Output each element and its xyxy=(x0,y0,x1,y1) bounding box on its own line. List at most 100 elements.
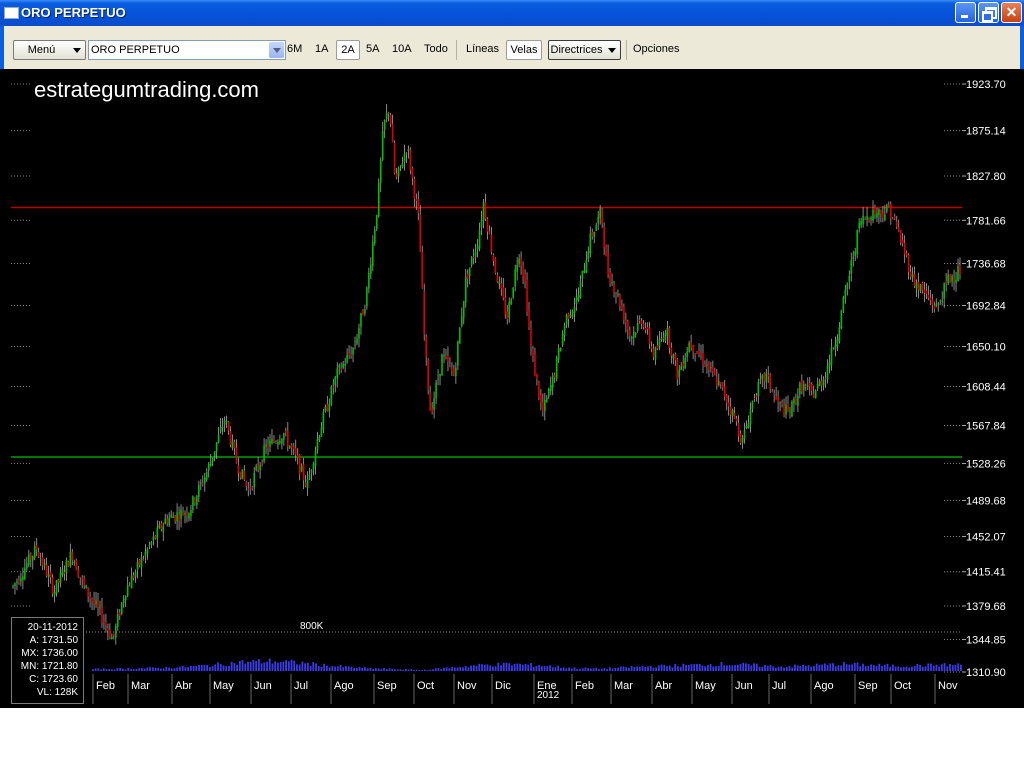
candle-body xyxy=(919,284,922,291)
volume-bar xyxy=(399,669,402,671)
candle-body xyxy=(29,553,32,560)
volume-bar xyxy=(396,669,399,671)
candle-body xyxy=(828,362,831,367)
candle-body xyxy=(686,351,688,358)
volume-bar xyxy=(187,667,190,671)
volume-bar xyxy=(932,665,935,671)
volume-bar xyxy=(189,665,192,671)
candle-body xyxy=(31,556,34,561)
volume-bar xyxy=(249,661,252,671)
volume-bar xyxy=(377,668,380,671)
volume-bar xyxy=(641,666,644,671)
volume-bar xyxy=(685,665,687,671)
candle-body xyxy=(338,365,341,368)
candle-body xyxy=(793,398,795,404)
volume-bar xyxy=(271,663,274,671)
candle-body xyxy=(399,165,402,167)
volume-bar xyxy=(247,661,249,671)
volume-bar xyxy=(655,667,658,671)
candle-body xyxy=(28,554,30,566)
volume-bar xyxy=(162,668,165,671)
volume-bar xyxy=(459,667,462,671)
volume-bar xyxy=(560,668,562,671)
candle-body xyxy=(182,512,184,515)
candle-body xyxy=(662,337,665,339)
volume-bar xyxy=(840,665,843,671)
candle-body xyxy=(516,264,518,272)
volume-bar xyxy=(140,668,143,671)
volume-bar xyxy=(467,667,470,671)
volume-bar xyxy=(595,667,598,671)
volume-bar xyxy=(638,666,641,671)
candle-body xyxy=(700,353,702,355)
candle-body xyxy=(597,217,600,224)
candle-body xyxy=(638,319,641,321)
volume-bar xyxy=(355,668,358,671)
candle-body xyxy=(277,442,279,445)
volume-bar xyxy=(698,663,701,671)
candle-body xyxy=(73,561,76,563)
candle-body xyxy=(239,471,242,478)
candle-body xyxy=(480,219,483,228)
volume-bar xyxy=(829,663,832,671)
volume-bar xyxy=(312,662,315,671)
volume-bar xyxy=(935,664,938,671)
candle-body xyxy=(652,348,655,358)
candle-body xyxy=(884,214,886,220)
volume-bar xyxy=(864,666,867,671)
candle-body xyxy=(747,423,750,429)
volume-bar xyxy=(410,669,413,671)
candle-body xyxy=(676,359,679,380)
candle-body xyxy=(850,260,853,274)
volume-bar xyxy=(513,663,516,671)
candle-body xyxy=(858,222,860,229)
candle-body xyxy=(923,289,926,293)
candle-body xyxy=(733,412,736,419)
candle-body xyxy=(721,382,724,388)
candle-body xyxy=(221,426,224,429)
candle-body xyxy=(263,445,265,462)
candle-body xyxy=(336,368,339,379)
candle-body xyxy=(65,559,68,573)
candle-body xyxy=(674,354,677,361)
candle-body xyxy=(194,498,196,503)
volume-bar xyxy=(736,664,739,671)
volume-bar xyxy=(568,667,570,671)
volume-bar xyxy=(842,662,845,671)
candle-body xyxy=(585,259,588,274)
candle-body xyxy=(559,347,562,352)
candle-body xyxy=(860,220,862,226)
volume-bar xyxy=(478,663,481,671)
price-chart[interactable]: 1923.70 1875.14 1827.80 1781.66 1736.68 1692.… xyxy=(0,0,1024,708)
volume-bar xyxy=(334,666,336,671)
candle-body xyxy=(498,281,501,285)
volume-bar xyxy=(252,659,255,671)
candle-body xyxy=(540,394,542,404)
volume-bar xyxy=(415,669,418,671)
volume-bar xyxy=(225,666,228,671)
candle-body xyxy=(907,254,910,272)
candle-body xyxy=(587,251,590,260)
candle-body xyxy=(124,595,127,600)
volume-bar xyxy=(301,661,304,671)
candle-body xyxy=(672,354,675,359)
volume-bar xyxy=(374,668,377,671)
volume-bar xyxy=(445,667,448,671)
candle-body xyxy=(354,344,356,346)
candle-body xyxy=(555,357,558,379)
candle-body xyxy=(316,439,319,451)
candle-body xyxy=(899,230,902,243)
candle-body xyxy=(488,231,491,234)
volume-bar xyxy=(747,664,750,671)
y-tick-label: 1650.10 xyxy=(966,342,1006,354)
candle-body xyxy=(878,209,880,216)
candle-body xyxy=(51,577,54,594)
candle-body xyxy=(692,345,694,353)
x-tick-label: May xyxy=(213,680,234,692)
volume-bar xyxy=(788,666,791,671)
candle-body xyxy=(476,246,479,250)
volume-bar xyxy=(919,664,921,671)
volume-bar xyxy=(339,665,342,671)
candle-body xyxy=(504,297,507,315)
volume-bar xyxy=(214,664,217,671)
